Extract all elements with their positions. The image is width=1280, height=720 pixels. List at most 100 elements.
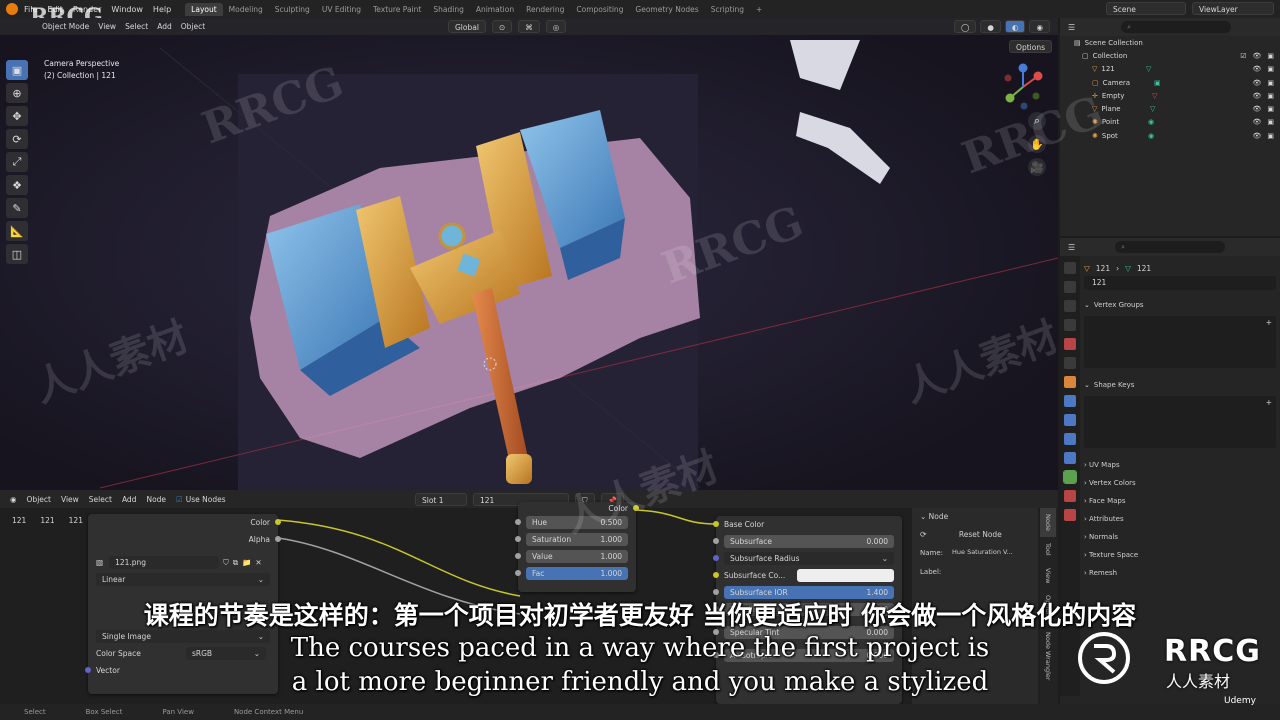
outliner-row-spot[interactable]: ✺ Spot ◉ 👁 ▣ bbox=[1060, 129, 1280, 142]
sidebar-tab-node[interactable]: Node bbox=[1040, 508, 1056, 537]
node-add-menu[interactable]: Add bbox=[122, 495, 137, 504]
world-tab-icon[interactable] bbox=[1064, 357, 1076, 369]
camera-icon[interactable]: ▣ bbox=[1267, 118, 1274, 126]
add-group-button[interactable]: + bbox=[1266, 318, 1272, 327]
slot-dropdown[interactable]: Slot 1 bbox=[415, 493, 467, 506]
hue-saturation-node[interactable]: Color Hue 0.500 Saturation 1.000 Value 1.00… bbox=[515, 502, 639, 592]
mesh-name-field[interactable]: 121 bbox=[1084, 276, 1276, 290]
outliner-row-121[interactable]: ▽ 121 ▽ 👁 ▣ bbox=[1060, 63, 1280, 76]
tab-rendering[interactable]: Rendering bbox=[520, 3, 570, 16]
uv-maps-panel[interactable]: › UV Maps bbox=[1084, 456, 1276, 474]
tab-texture-paint[interactable]: Texture Paint bbox=[367, 3, 427, 16]
subsurface-field[interactable]: Subsurface 0.000 bbox=[724, 535, 894, 548]
saturation-field[interactable]: Saturation 1.000 bbox=[526, 533, 628, 546]
value-socket[interactable] bbox=[515, 553, 521, 559]
scene-selector[interactable]: Scene bbox=[1106, 2, 1186, 15]
particles-tab-icon[interactable] bbox=[1064, 414, 1076, 426]
material-tab-icon[interactable] bbox=[1064, 490, 1076, 502]
add-workspace-button[interactable]: + bbox=[750, 3, 768, 16]
shape-keys-list[interactable]: + bbox=[1084, 396, 1276, 448]
node-select-menu[interactable]: Select bbox=[89, 495, 112, 504]
outliner-row-camera[interactable]: ▢ Camera ▣ 👁 ▣ bbox=[1060, 76, 1280, 89]
outliner-row-empty[interactable]: ✛ Empty ▽ 👁 ▣ bbox=[1060, 89, 1280, 102]
remesh-panel[interactable]: › Remesh bbox=[1084, 564, 1276, 582]
view-layer-tab-icon[interactable] bbox=[1064, 319, 1076, 331]
snap-icon[interactable]: ⌘ bbox=[518, 20, 540, 33]
tab-sculpting[interactable]: Sculpting bbox=[269, 3, 316, 16]
shape-keys-panel-header[interactable]: ⌄ Shape Keys bbox=[1084, 376, 1276, 394]
scale-tool-icon[interactable]: ⤢ bbox=[6, 152, 28, 172]
node-panel-header[interactable]: ⌄ Node bbox=[912, 508, 1038, 526]
vertex-groups-panel-header[interactable]: ⌄ Vertex Groups bbox=[1084, 296, 1276, 314]
object-type-dropdown[interactable]: Object bbox=[27, 495, 51, 504]
mesh-data-tab-icon[interactable] bbox=[1063, 470, 1077, 484]
vertex-colors-panel[interactable]: › Vertex Colors bbox=[1084, 474, 1276, 492]
tab-geometry-nodes[interactable]: Geometry Nodes bbox=[629, 3, 704, 16]
solid-shading-icon[interactable]: ● bbox=[980, 20, 1001, 33]
options-dropdown[interactable]: Options bbox=[1009, 40, 1052, 53]
tab-scripting[interactable]: Scripting bbox=[705, 3, 750, 16]
color-socket[interactable] bbox=[275, 519, 281, 525]
render-tab-icon[interactable] bbox=[1064, 281, 1076, 293]
tab-layout[interactable]: Layout bbox=[185, 2, 223, 16]
material-shading-icon[interactable]: ◐ bbox=[1004, 20, 1026, 33]
add-shape-key-button[interactable]: + bbox=[1266, 398, 1272, 407]
eye-icon[interactable]: 👁 bbox=[1252, 132, 1261, 140]
subsurface-socket[interactable] bbox=[713, 538, 719, 544]
viewport-view-menu[interactable]: View bbox=[98, 22, 116, 31]
outliner-row-point[interactable]: ✺ Point ◉ 👁 ▣ bbox=[1060, 116, 1280, 129]
zoom-icon[interactable]: ⌕ bbox=[1028, 112, 1046, 130]
node-view-menu[interactable]: View bbox=[61, 495, 79, 504]
normals-panel[interactable]: › Normals bbox=[1084, 528, 1276, 546]
properties-search-input[interactable]: ⌕ bbox=[1115, 241, 1226, 253]
subsurface-color-socket[interactable] bbox=[713, 572, 719, 578]
fac-field[interactable]: Fac 1.000 bbox=[526, 567, 628, 580]
constraints-tab-icon[interactable] bbox=[1064, 452, 1076, 464]
tab-modeling[interactable]: Modeling bbox=[223, 3, 269, 16]
object-tab-icon[interactable] bbox=[1064, 376, 1076, 388]
properties-editor-icon[interactable]: ☰ bbox=[1068, 243, 1075, 252]
pan-hand-icon[interactable]: ✋ bbox=[1028, 135, 1046, 153]
viewport-object-menu[interactable]: Object bbox=[181, 22, 205, 31]
camera-view-icon[interactable]: 🎥 bbox=[1028, 158, 1046, 176]
sidebar-tab-tool[interactable]: Tool bbox=[1040, 537, 1056, 562]
move-tool-icon[interactable]: ✥ bbox=[6, 106, 28, 126]
attributes-panel[interactable]: › Attributes bbox=[1084, 510, 1276, 528]
orientation-dropdown[interactable]: Global bbox=[448, 20, 486, 33]
close-icon[interactable]: ✕ bbox=[255, 558, 261, 567]
saturation-socket[interactable] bbox=[515, 536, 521, 542]
blender-logo-icon[interactable] bbox=[6, 3, 18, 15]
viewport-select-menu[interactable]: Select bbox=[125, 22, 148, 31]
camera-icon[interactable]: ▣ bbox=[1267, 132, 1274, 140]
outliner-row-scene-collection[interactable]: ▤ Scene Collection bbox=[1060, 36, 1280, 49]
tab-uv-editing[interactable]: UV Editing bbox=[316, 3, 367, 16]
camera-icon[interactable]: ▣ bbox=[1267, 52, 1274, 60]
menu-render[interactable]: Render bbox=[73, 5, 101, 14]
checkbox-icon[interactable]: ☑ bbox=[1240, 52, 1246, 60]
physics-tab-icon[interactable] bbox=[1064, 433, 1076, 445]
eye-icon[interactable]: 👁 bbox=[1252, 105, 1261, 113]
modifier-tab-icon[interactable] bbox=[1064, 395, 1076, 407]
proportional-edit-icon[interactable]: ◎ bbox=[545, 20, 567, 33]
color-socket[interactable] bbox=[633, 505, 639, 511]
subsurface-ior-socket[interactable] bbox=[713, 589, 719, 595]
face-maps-panel[interactable]: › Face Maps bbox=[1084, 492, 1276, 510]
render-shading-icon[interactable]: ◉ bbox=[1029, 20, 1050, 33]
tool-tab-icon[interactable] bbox=[1064, 262, 1076, 274]
camera-icon[interactable]: ▣ bbox=[1267, 92, 1274, 100]
outliner-row-collection[interactable]: ▢ Collection ☑ 👁 ▣ bbox=[1060, 49, 1280, 62]
eye-icon[interactable]: 👁 bbox=[1252, 118, 1261, 126]
base-color-socket[interactable] bbox=[713, 521, 719, 527]
hue-socket[interactable] bbox=[515, 519, 521, 525]
3d-viewport[interactable]: Object Mode View Select Add Object Globa… bbox=[0, 18, 1058, 490]
pivot-icon[interactable]: ⊙ bbox=[491, 20, 513, 33]
refresh-icon[interactable]: ⟳ bbox=[920, 530, 927, 539]
menu-file[interactable]: File bbox=[24, 5, 37, 14]
add-cube-tool-icon[interactable]: ◫ bbox=[6, 244, 28, 264]
alpha-socket[interactable] bbox=[275, 536, 281, 542]
select-box-tool-icon[interactable]: ▣ bbox=[6, 60, 28, 80]
outliner-editor-icon[interactable]: ☰ bbox=[1068, 23, 1075, 32]
annotate-tool-icon[interactable]: ✎ bbox=[6, 198, 28, 218]
eye-icon[interactable]: 👁 bbox=[1252, 65, 1261, 73]
menu-edit[interactable]: Edit bbox=[47, 5, 63, 14]
